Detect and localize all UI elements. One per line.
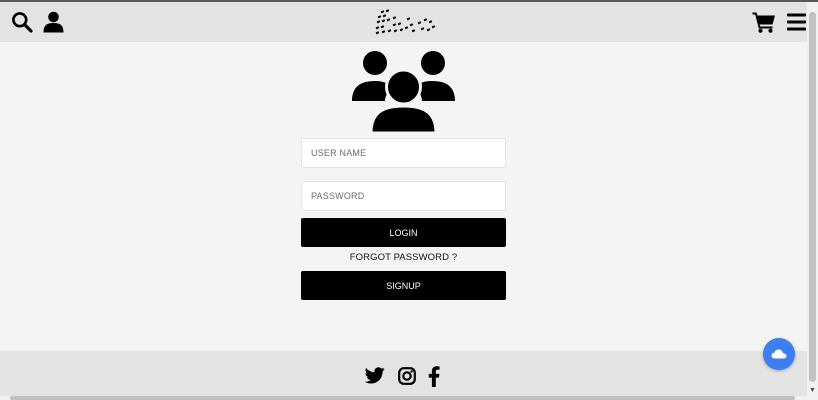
brand-logo[interactable]: [374, 9, 440, 36]
scroll-down-arrow-icon[interactable]: ▼: [808, 386, 817, 395]
user-icon[interactable]: [43, 11, 64, 33]
top-header: [0, 2, 807, 42]
cloud-icon: [771, 349, 787, 359]
vertical-scrollbar[interactable]: ▼: [807, 2, 818, 396]
menu-icon[interactable]: [787, 13, 806, 31]
username-field[interactable]: [301, 138, 506, 168]
signup-button[interactable]: SIGNUP: [301, 271, 506, 300]
cart-icon[interactable]: [752, 11, 776, 33]
users-group-icon: [352, 51, 455, 133]
search-icon[interactable]: [11, 11, 33, 33]
twitter-icon[interactable]: [365, 367, 385, 384]
login-button[interactable]: LOGIN: [301, 218, 506, 247]
login-section: LOGIN FORGOT PASSWORD ? SIGNUP: [0, 42, 807, 351]
footer: [0, 351, 807, 396]
cloud-chat-button[interactable]: [763, 338, 795, 370]
facebook-icon[interactable]: [428, 366, 440, 387]
vertical-scroll-thumb[interactable]: [809, 12, 816, 382]
horizontal-scrollbar[interactable]: [0, 396, 818, 400]
forgot-password-link[interactable]: FORGOT PASSWORD ?: [301, 252, 506, 263]
horizontal-scroll-thumb[interactable]: [10, 396, 795, 400]
instagram-icon[interactable]: [398, 367, 416, 385]
password-field[interactable]: [301, 181, 506, 211]
